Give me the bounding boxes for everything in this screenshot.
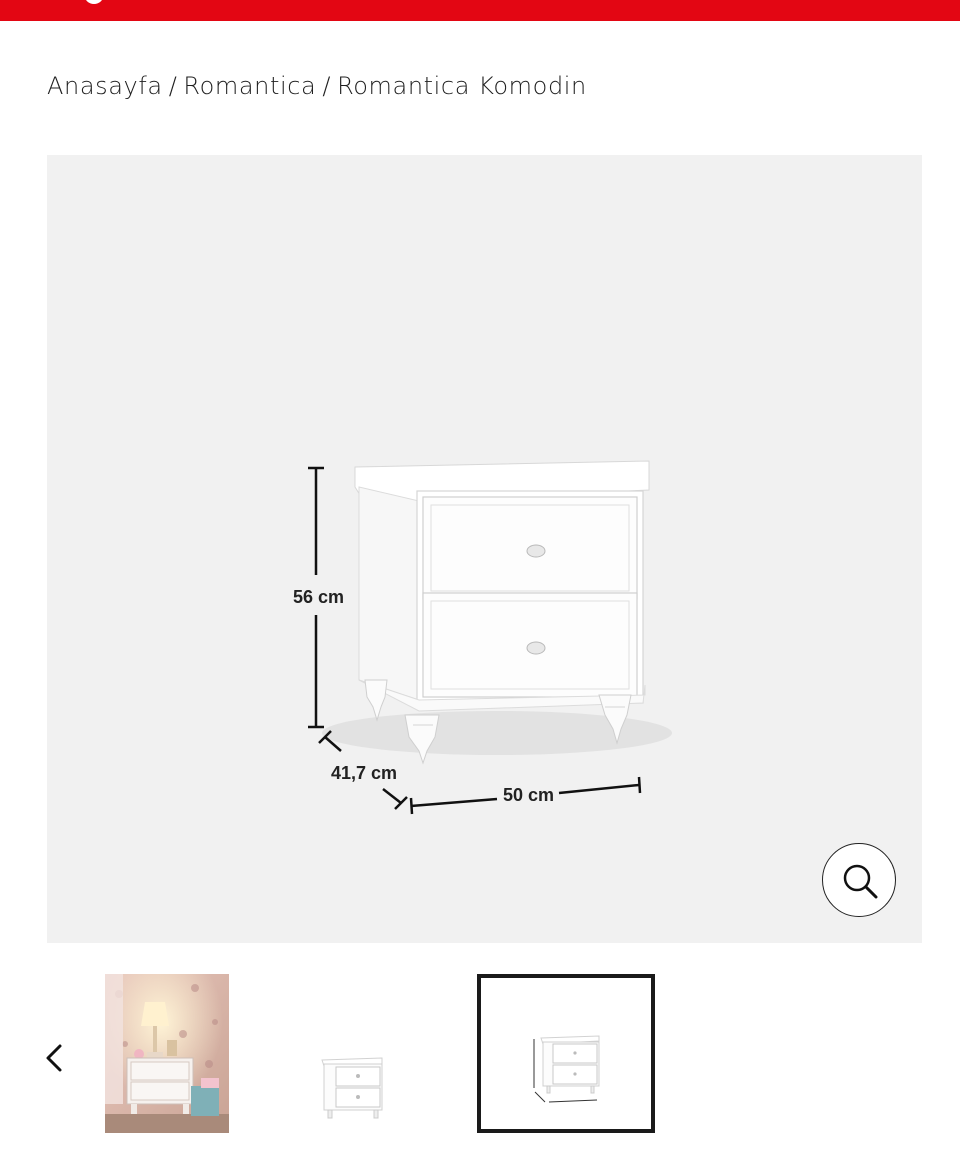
product-image-gallery[interactable]: 56 cm 41,7 cm 50 cm: [47, 155, 922, 943]
chevron-left-icon: [46, 1044, 62, 1072]
depth-dimension-label: 41,7 cm: [331, 763, 397, 783]
dimensions-photo-image: [533, 1035, 600, 1103]
thumbnail-nightstand-photo[interactable]: [300, 1030, 400, 1125]
width-dimension-label: 50 cm: [503, 785, 554, 805]
breadcrumb-separator: /: [168, 72, 178, 100]
nightstand-photo-image: [321, 1057, 383, 1119]
breadcrumb-current: Romantica Komodin: [337, 72, 587, 100]
height-dimension-label: 56 cm: [293, 587, 344, 607]
breadcrumb: Anasayfa / Romantica / Romantica Komodin: [47, 72, 587, 100]
nightstand-dimensions-image: 56 cm 41,7 cm 50 cm: [293, 460, 672, 815]
brand-logo-fragment[interactable]: [84, 0, 104, 4]
breadcrumb-home-link[interactable]: Anasayfa: [47, 72, 163, 100]
top-header-bar: [0, 0, 960, 21]
thumbnail-prev-button[interactable]: [40, 1040, 70, 1076]
thumbnail-dimensions-photo[interactable]: [477, 974, 655, 1133]
breadcrumb-separator: /: [322, 72, 332, 100]
zoom-button[interactable]: [822, 843, 896, 917]
magnifier-icon: [843, 864, 878, 899]
room-photo-image: [105, 974, 229, 1133]
thumbnail-room-photo[interactable]: [105, 974, 229, 1133]
breadcrumb-category-link[interactable]: Romantica: [183, 72, 316, 100]
